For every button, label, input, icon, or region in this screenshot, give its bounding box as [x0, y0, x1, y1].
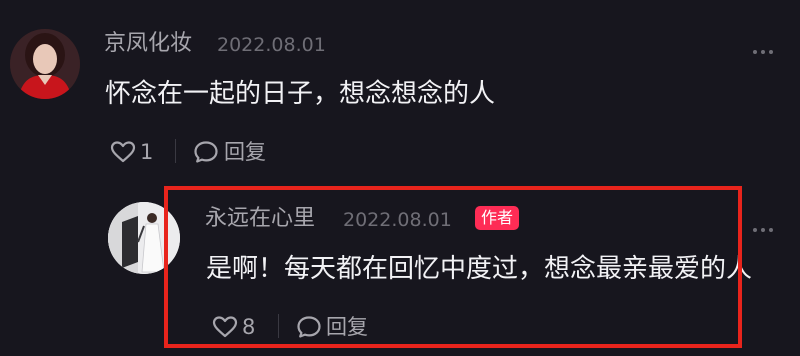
highlight-box [164, 186, 742, 348]
like-button[interactable] [110, 140, 136, 164]
reply-bubble-icon [194, 141, 218, 163]
reply-label[interactable]: 回复 [224, 139, 266, 165]
comment-username[interactable]: 京凤化妆 [104, 31, 192, 57]
avatar-portrait-image [10, 29, 80, 99]
more-options-icon[interactable] [753, 228, 773, 232]
reply-button[interactable] [193, 140, 219, 164]
more-options-icon[interactable] [753, 50, 773, 54]
action-divider [175, 139, 176, 163]
like-count: 1 [140, 140, 154, 164]
comment-date: 2022.08.01 [217, 34, 326, 56]
comment-text: 怀念在一起的日子，想念想念的人 [105, 79, 496, 109]
heart-icon [110, 141, 136, 163]
avatar[interactable] [10, 29, 80, 99]
